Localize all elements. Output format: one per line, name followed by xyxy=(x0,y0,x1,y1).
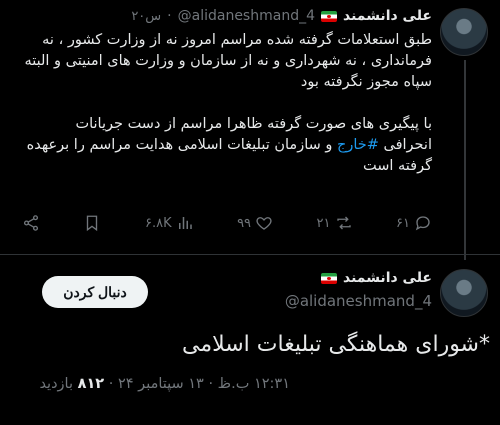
tweet-body: طبق استعلامات گرفته شده مراسم امروز نه ا… xyxy=(24,30,432,177)
heart-icon xyxy=(256,217,272,230)
reply-count: ۶۱ xyxy=(395,215,410,231)
tweet-header: علی دانشمند xyxy=(321,270,432,286)
separator-dot: · xyxy=(167,8,172,24)
user-handle[interactable]: @alidaneshmand_4 xyxy=(285,292,432,310)
action-bar: ۶.۸K ۹۹ ۲۱ ۶۱ xyxy=(22,212,432,234)
share-icon xyxy=(23,215,39,231)
avatar[interactable] xyxy=(440,269,488,317)
bookmark-icon xyxy=(87,215,98,232)
user-handle[interactable]: @alidaneshmand_4 xyxy=(178,8,315,24)
iran-flag-icon xyxy=(321,10,337,22)
follow-button[interactable]: دنبال کردن xyxy=(42,276,148,308)
bookmark-button[interactable] xyxy=(83,214,101,232)
share-button[interactable] xyxy=(22,214,40,232)
iran-flag-icon xyxy=(321,272,337,284)
avatar[interactable] xyxy=(440,8,488,56)
thread-line xyxy=(464,60,466,260)
hashtag-link[interactable]: #خارج xyxy=(337,137,379,153)
display-name[interactable]: علی دانشمند xyxy=(343,8,432,24)
tweet-body: *شورای هماهنگی تبلیغات اسلامی xyxy=(182,332,490,357)
tweet-time[interactable]: ۲۰س xyxy=(131,9,161,24)
retweet-button[interactable]: ۲۱ xyxy=(317,214,353,232)
tweet-1[interactable]: علی دانشمند @alidaneshmand_4 · ۲۰س طبق ا… xyxy=(0,0,500,260)
divider xyxy=(0,254,500,255)
tweet-meta: ۱۲:۳۱ ب.ظ · ۱۳ سپتامبر ۲۴ · ۸۱۲ بازدید xyxy=(39,376,290,392)
like-button[interactable]: ۹۹ xyxy=(237,214,273,232)
reply-button[interactable]: ۶۱ xyxy=(396,214,432,232)
like-count: ۹۹ xyxy=(237,215,252,231)
view-count: ۸۱۲ xyxy=(77,376,105,392)
views-icon xyxy=(178,217,192,229)
reply-icon xyxy=(415,216,430,231)
retweet-icon xyxy=(336,216,351,230)
retweet-count: ۲۱ xyxy=(316,215,331,231)
view-label: بازدید xyxy=(39,376,78,392)
display-name[interactable]: علی دانشمند xyxy=(343,270,432,286)
views-button[interactable]: ۶.۸K xyxy=(145,214,194,232)
tweet-timestamp[interactable]: ۱۲:۳۱ ب.ظ · ۱۳ سپتامبر ۲۴ · xyxy=(104,376,290,392)
tweet-text-part-1: طبق استعلامات گرفته شده مراسم امروز نه ا… xyxy=(24,32,432,153)
views-count: ۶.۸K xyxy=(144,215,172,231)
tweet-header: علی دانشمند @alidaneshmand_4 · ۲۰س xyxy=(131,8,432,24)
